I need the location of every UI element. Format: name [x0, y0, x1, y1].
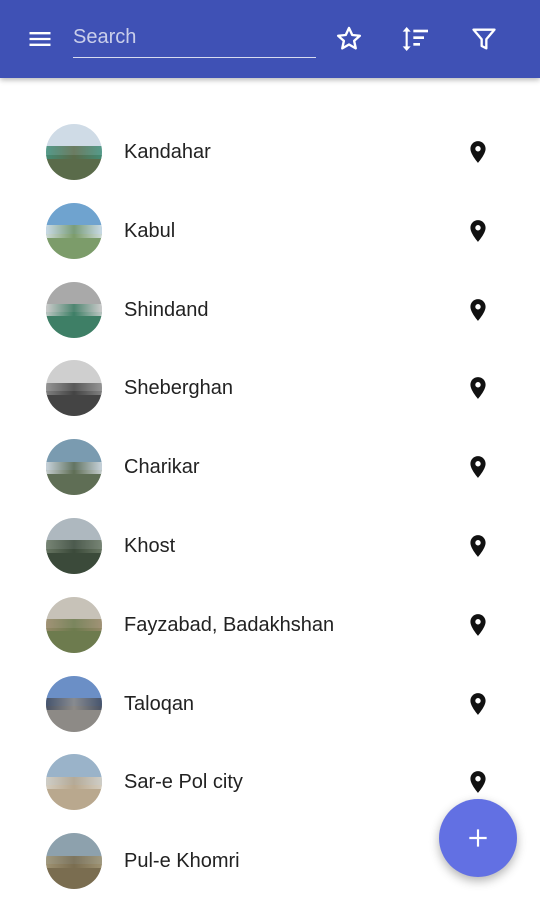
place-thumbnail — [46, 596, 102, 653]
place-thumbnail — [46, 439, 102, 496]
place-thumbnail — [46, 517, 102, 574]
list-item[interactable]: Kandahar — [0, 112, 540, 191]
sort-button[interactable] — [394, 17, 438, 61]
filter-button[interactable] — [462, 17, 506, 61]
map-pin-icon — [470, 613, 486, 636]
place-name: Fayzabad, Badakhshan — [124, 613, 335, 636]
place-thumbnail — [46, 124, 102, 180]
thumbnail-fill — [46, 146, 102, 159]
thumbnail-fill — [46, 697, 102, 711]
show-on-map-button[interactable] — [458, 605, 498, 645]
list-item[interactable]: Kabul — [0, 191, 540, 270]
thumbnail-fill — [46, 382, 102, 396]
menu-icon — [29, 32, 51, 46]
thumbnail-fill — [46, 225, 102, 238]
place-name: Sheberghan — [124, 377, 233, 400]
place-thumbnail — [46, 360, 102, 417]
thumbnail-fill — [46, 619, 102, 632]
favorites-button[interactable] — [327, 17, 371, 61]
map-pin-icon — [470, 692, 486, 715]
place-thumbnail — [46, 754, 102, 811]
map-pin-icon — [470, 377, 486, 400]
map-pin-icon — [470, 535, 486, 557]
top-app-bar — [0, 0, 540, 78]
place-name: Pul-e Khomri — [124, 850, 240, 873]
search-input[interactable] — [73, 18, 316, 56]
thumbnail-fill — [46, 855, 102, 868]
show-on-map-button[interactable] — [458, 762, 498, 802]
show-on-map-button[interactable] — [458, 526, 498, 566]
place-name: Taloqan — [124, 692, 195, 715]
show-on-map-button[interactable] — [458, 447, 498, 487]
menu-button[interactable] — [18, 17, 62, 61]
place-thumbnail — [46, 675, 102, 732]
sort-icon — [402, 27, 428, 51]
place-thumbnail — [46, 281, 102, 338]
place-name: Kabul — [124, 219, 176, 242]
place-name: Kandahar — [124, 141, 211, 163]
map-pin-icon — [470, 219, 486, 242]
thumbnail-fill — [46, 303, 102, 317]
filter-icon — [472, 28, 496, 50]
search-field[interactable] — [73, 18, 316, 58]
plus-icon — [469, 829, 487, 847]
list-item[interactable]: Sheberghan — [0, 348, 540, 427]
list-item[interactable]: Taloqan — [0, 664, 540, 743]
place-name: Sar-e Pol city — [124, 771, 243, 794]
show-on-map-button[interactable] — [458, 684, 498, 724]
app-screen: Kandahar Kabul Shindand Sheberghan Charikar K… — [0, 0, 540, 900]
thumbnail-fill — [46, 461, 102, 474]
list-item[interactable]: Charikar — [0, 427, 540, 506]
place-list: Kandahar Kabul Shindand Sheberghan Charikar K… — [0, 112, 540, 900]
map-pin-icon — [470, 141, 486, 163]
list-item[interactable]: Khost — [0, 506, 540, 585]
map-pin-icon — [470, 456, 486, 479]
map-pin-icon — [470, 771, 486, 794]
show-on-map-button[interactable] — [458, 211, 498, 251]
place-name: Khost — [124, 534, 176, 557]
place-thumbnail — [46, 202, 102, 259]
place-name: Charikar — [124, 456, 200, 479]
list-item[interactable]: Shindand — [0, 270, 540, 349]
add-place-button[interactable] — [439, 799, 517, 877]
show-on-map-button[interactable] — [458, 290, 498, 330]
place-name: Shindand — [124, 298, 209, 321]
thumbnail-fill — [46, 776, 102, 790]
list-item[interactable]: Fayzabad, Badakhshan — [0, 585, 540, 664]
star-outline-icon — [336, 26, 362, 50]
place-thumbnail — [46, 833, 102, 890]
thumbnail-fill — [46, 540, 102, 553]
show-on-map-button[interactable] — [458, 368, 498, 408]
map-pin-icon — [470, 298, 486, 321]
show-on-map-button[interactable] — [458, 132, 498, 172]
